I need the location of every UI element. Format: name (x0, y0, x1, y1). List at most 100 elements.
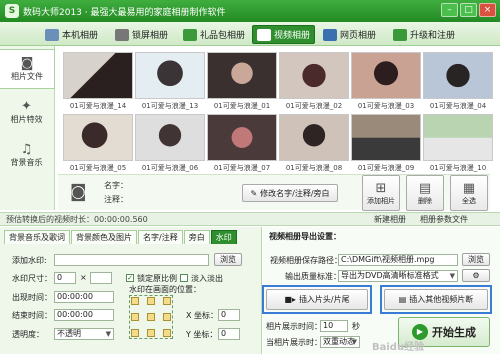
end-time-input[interactable]: 00:00:00 (54, 309, 114, 321)
album-params-link[interactable]: 相册参数文件 (420, 214, 468, 225)
end-time-label: 结束时间： (12, 311, 52, 320)
quality-settings-button[interactable]: ⚙ (462, 269, 490, 282)
photo-thumbnail[interactable]: 01可爱与浪漫_13 (134, 52, 206, 113)
tab-video-album[interactable]: 视频相册 (252, 25, 316, 44)
save-path-browse-button[interactable]: 浏览 (462, 253, 490, 266)
add-photo-button[interactable]: ⊞ 添加相片 (362, 175, 400, 211)
display-mode-select[interactable]: 双重动态 ▼ (320, 336, 360, 348)
photo-image (135, 52, 205, 99)
tab-lockscreen-album[interactable]: 锁屏相册 (110, 25, 173, 44)
size-width-input[interactable]: 0 (54, 272, 76, 284)
display-mode-value: 双重动态 (323, 337, 355, 346)
photo-thumbnail[interactable]: 01可爱与浪漫_03 (350, 52, 422, 113)
transparency-value: 不透明 (57, 329, 81, 338)
fade-label: 淡入淡出 (191, 274, 223, 283)
select-all-icon: ▦ (462, 180, 476, 196)
quality-label: 输出质量标准： (285, 272, 341, 281)
position-top-left[interactable] (131, 297, 139, 305)
photo-image (423, 52, 493, 99)
start-generate-label: 开始生成 (432, 326, 476, 339)
add-watermark-label: 添加水印: (12, 256, 47, 265)
tab-gift-album[interactable]: 礼品包相册 (178, 25, 250, 44)
gear-icon: ⚙ (472, 271, 480, 280)
delete-button[interactable]: ▤ 删除 (406, 175, 444, 211)
baidu-watermark: Baidu经验 (372, 342, 425, 353)
insert-other-video-button[interactable]: ▤ 插入其他视频片断 (384, 289, 488, 310)
video-camera-icon: ■▸ (284, 295, 296, 304)
photo-thumbnail[interactable]: 01可爱与浪漫_02 (278, 52, 350, 113)
tab-background-music-lyrics[interactable]: 背景音乐及歌词 (4, 230, 70, 244)
position-label: 水印在画面的位置： (129, 285, 201, 294)
close-button[interactable]: × (479, 3, 496, 17)
new-album-link[interactable]: 新建相册 (374, 214, 406, 225)
photo-label: 01可爱与浪漫_13 (141, 102, 199, 110)
transparency-label: 透明度： (12, 330, 44, 339)
trash-icon: ▤ (418, 180, 432, 196)
position-center[interactable] (147, 313, 155, 321)
photo-thumbnail[interactable]: 01可爱与浪漫_14 (62, 52, 134, 113)
photo-thumbnail[interactable]: 01可爱与浪漫_09 (350, 114, 422, 175)
save-path-input[interactable]: C:\DMGift\视频相册.mpg (338, 254, 458, 266)
nav-photo-files[interactable]: ◙ 相片文件 (0, 49, 55, 89)
modify-name-note-button[interactable]: ✎ 修改名字/注释/旁白 (242, 184, 338, 202)
photo-thumbnail[interactable]: 01可爱与浪漫_10 (422, 114, 494, 175)
tab-label: 锁屏相册 (132, 31, 169, 41)
camera-icon: ◙ (70, 182, 87, 202)
photo-thumbnail[interactable]: 01可爱与浪漫_05 (62, 114, 134, 175)
tab-name-note[interactable]: 名字/注释 (138, 230, 183, 244)
estimated-duration: 预估转换后的视频时长：00:00:00.560 (6, 215, 148, 224)
photo-thumbnail[interactable]: 01可爱与浪漫_08 (278, 114, 350, 175)
photo-thumbnail[interactable]: 01可爱与浪漫_06 (134, 114, 206, 175)
transparency-select[interactable]: 不透明 ▼ (54, 328, 114, 340)
name-label: 名字： (104, 181, 128, 190)
appear-time-label: 出现时间： (12, 293, 52, 302)
photo-info-bar: ◙ 名字： 注释： ✎ 修改名字/注释/旁白 ⊞ 添加相片 ▤ 删除 ▦ 全选 (58, 174, 490, 211)
quality-select[interactable]: 导出为DVD高清晰标准格式 ▼ (338, 270, 458, 282)
position-middle-right[interactable] (163, 313, 171, 321)
tab-local-album[interactable]: 本机相册 (40, 25, 103, 44)
tab-web-album[interactable]: 网页相册 (318, 25, 381, 44)
album-actions: 新建相册 相册参数文件 (374, 214, 468, 225)
insert-head-tail-button[interactable]: ■▸ 插入片头/片尾 (266, 289, 368, 310)
photo-thumbnail[interactable]: 01可爱与浪漫_01 (206, 52, 278, 113)
y-coordinate-label: Y 坐标： (186, 330, 218, 339)
nav-photo-effects[interactable]: ✦ 相片特效 (0, 92, 53, 132)
position-top-center[interactable] (147, 297, 155, 305)
left-nav: ◙ 相片文件 ✦ 相片特效 ♫ 背景音乐 (0, 46, 55, 210)
note-label: 注释： (104, 195, 128, 204)
tab-label: 视频相册 (274, 31, 311, 41)
select-all-label: 全选 (462, 196, 476, 205)
photo-image (351, 114, 421, 161)
x-coordinate-input[interactable]: 0 (218, 309, 240, 321)
photo-thumbnail[interactable]: 01可爱与浪漫_07 (206, 114, 278, 175)
tab-upgrade-register[interactable]: 升级和注册 (388, 25, 460, 44)
select-all-button[interactable]: ▦ 全选 (450, 175, 488, 211)
position-bottom-left[interactable] (131, 329, 139, 337)
seconds-unit: 秒 (352, 322, 360, 331)
position-bottom-right[interactable] (163, 329, 171, 337)
tab-narration[interactable]: 旁白 (183, 230, 210, 244)
position-top-right[interactable] (163, 297, 171, 305)
photo-label: 01可爱与浪漫_09 (357, 164, 415, 172)
minimize-button[interactable]: – (441, 3, 458, 17)
maximize-button[interactable]: □ (460, 3, 477, 17)
appear-time-input[interactable]: 00:00:00 (54, 291, 114, 303)
y-coordinate-input[interactable]: 0 (218, 328, 240, 340)
position-middle-left[interactable] (131, 313, 139, 321)
size-height-input[interactable] (90, 272, 112, 284)
tab-label: 网页相册 (340, 31, 377, 41)
watermark-browse-button[interactable]: 浏览 (214, 253, 242, 266)
tab-background-color-image[interactable]: 背景颜色及图片 (71, 230, 137, 244)
photo-label: 01可爱与浪漫_07 (213, 164, 271, 172)
nav-background-music[interactable]: ♫ 背景音乐 (0, 135, 53, 175)
watermark-file-input[interactable] (54, 254, 209, 266)
photo-thumbnail[interactable]: 01可爱与浪漫_04 (422, 52, 494, 113)
photo-duration-label: 相片展示时间： (266, 322, 322, 331)
monitor-icon (115, 28, 129, 41)
photo-duration-input[interactable]: 10 (320, 320, 348, 332)
fade-checkbox[interactable] (180, 274, 188, 282)
lock-ratio-checkbox[interactable]: ✓ (126, 274, 134, 282)
position-bottom-center[interactable] (147, 329, 155, 337)
tab-watermark[interactable]: 水印 (210, 230, 237, 244)
photo-image (279, 52, 349, 99)
